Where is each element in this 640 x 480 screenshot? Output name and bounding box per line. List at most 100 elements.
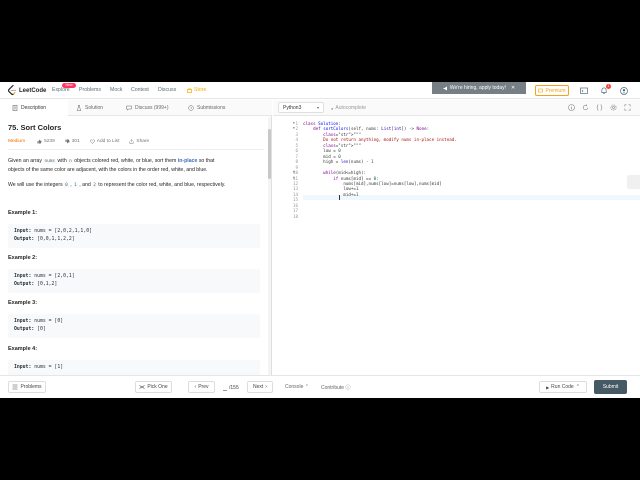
close-icon[interactable]: ✕: [511, 85, 515, 91]
example-3-title: Example 3:: [8, 300, 38, 306]
hiring-banner[interactable]: We're hiring, apply today! ✕: [432, 82, 526, 94]
example-input: nums = [0]: [34, 319, 64, 324]
like-button[interactable]: 5239: [37, 139, 55, 144]
line-number: 18: [292, 213, 298, 219]
chevron-up-icon: ⌃: [575, 384, 580, 390]
code-line: class Solution:: [303, 121, 341, 126]
premium-label: Premium: [545, 87, 566, 94]
page-input[interactable]: [223, 384, 227, 391]
code-line: low+=1: [303, 186, 359, 192]
example-input: nums = [1]: [34, 365, 64, 370]
avatar-icon[interactable]: [620, 87, 628, 95]
submit-button[interactable]: Submit: [594, 380, 627, 394]
pick-one-label: Pick One: [147, 384, 168, 390]
dislike-count: 301: [71, 138, 80, 144]
share-button[interactable]: Share: [129, 139, 149, 144]
pick-one-button[interactable]: Pick One: [135, 381, 172, 393]
problems-button[interactable]: Problems: [8, 381, 46, 393]
example-input: nums = [2,0,2,1,1,0]: [34, 229, 92, 234]
chevron-left-icon: ‹: [194, 384, 197, 390]
side-panel-handle[interactable]: [627, 175, 640, 189]
language-select[interactable]: Python3 ▾: [278, 102, 324, 113]
next-button[interactable]: Next ›: [247, 381, 273, 393]
line-number: 6: [295, 148, 298, 154]
example-1-title: Example 1:: [8, 210, 38, 216]
tab-submissions[interactable]: Submissions: [188, 100, 225, 116]
example-output: [0]: [37, 327, 46, 332]
input-label: Input:: [14, 229, 32, 234]
expand-icon[interactable]: [624, 104, 631, 111]
autocomplete-toggle[interactable]: ● Autocomplete: [331, 105, 366, 111]
code-editor[interactable]: class Solution: def sortColors(self, num…: [303, 117, 640, 375]
lock-icon: ●: [331, 105, 334, 111]
fold-arrow-icon[interactable]: ▾: [293, 126, 295, 130]
nav-store-label: Store: [194, 87, 207, 93]
output-label: Output:: [14, 237, 35, 242]
console-label: Console: [285, 384, 304, 390]
scroll-thumb[interactable]: [268, 129, 271, 179]
difficulty-badge: Medium: [8, 138, 26, 144]
contribute-label: Contribute: [321, 385, 345, 391]
run-code-button[interactable]: ▶ Run Code ⌃: [539, 381, 587, 393]
add-to-list-button[interactable]: Add to List: [89, 138, 120, 144]
next-label: Next: [253, 384, 264, 390]
fold-arrow-icon[interactable]: ▾: [293, 170, 295, 174]
reset-icon[interactable]: [582, 104, 589, 111]
tab-solution[interactable]: Solution: [76, 100, 103, 116]
line-number: 14: [292, 191, 298, 197]
nav-contest[interactable]: Contest: [131, 87, 149, 93]
notification-badge: 1: [606, 84, 611, 89]
console-toggle[interactable]: Console ⌃: [285, 384, 309, 390]
description-scrollbar[interactable]: [268, 117, 271, 375]
desc-text: objects colored red, white, or blue, sor…: [72, 158, 178, 164]
nav-store[interactable]: Store: [187, 87, 206, 93]
thumbs-down-icon: [65, 139, 70, 143]
prev-button[interactable]: ‹ Prev: [188, 381, 215, 393]
code-line: mid = 0: [303, 153, 341, 159]
chevron-down-icon: ▾: [316, 105, 319, 110]
tab-solution-label: Solution: [85, 105, 104, 111]
problems-label: Problems: [20, 384, 42, 390]
chat-icon: [126, 105, 132, 111]
nav-problems[interactable]: Problems: [79, 87, 101, 93]
run-code-label: Run Code: [551, 384, 574, 390]
fold-arrow-icon[interactable]: ▾: [293, 176, 295, 180]
playground-icon[interactable]: [580, 87, 588, 95]
info-icon[interactable]: [568, 104, 575, 111]
divider: [8, 149, 264, 150]
share-label: Share: [136, 138, 150, 144]
inline-code: nums: [43, 159, 57, 164]
contribute-link[interactable]: Contribute ⓘ: [321, 384, 350, 391]
problem-title: 75. Sort Colors: [8, 123, 62, 132]
line-number: 12: [292, 180, 298, 186]
nav-discuss[interactable]: Discuss: [158, 87, 176, 93]
line-number: 17: [292, 208, 298, 214]
problem-content: 75. Sort Colors Medium 5239 301 Add to L…: [0, 117, 268, 375]
nav-mock[interactable]: Mock: [110, 87, 122, 93]
leetcode-logo[interactable]: LeetCode: [8, 85, 46, 96]
line-number: 13: [292, 186, 298, 192]
fold-arrow-icon[interactable]: ▾: [293, 121, 295, 125]
example-4-title: Example 4:: [8, 346, 38, 352]
premium-button[interactable]: Premium: [535, 85, 569, 96]
line-number-gutter: 1 ▾ 2 ▾ 3 4 5 6 7 8 9 10 ▾ 11 ▾ 12 13 14 15 16 17 18: [273, 117, 301, 375]
add-to-list-label: Add to List: [96, 138, 120, 144]
list-icon: [12, 384, 18, 390]
bottom-bar: Problems Pick One ‹ Prev /155 Next › Con…: [0, 375, 640, 398]
gear-icon[interactable]: [610, 104, 617, 111]
problem-tabs: Description Solution Discuss (999+) Subm…: [0, 100, 272, 116]
example-1-box: Input: nums = [2,0,2,1,1,0] Output: [0,0…: [8, 224, 260, 248]
code-line: mid+=1: [303, 191, 359, 197]
braces-icon[interactable]: [596, 104, 603, 111]
code-line: while(mid<=high):: [323, 170, 367, 176]
tab-discuss[interactable]: Discuss (999+): [126, 100, 168, 116]
code-line: class="str">""": [323, 142, 361, 148]
example-output: [0,0,1,1,2,2]: [37, 237, 75, 242]
desc-text: Given an array: [8, 158, 44, 164]
line-number: 2: [295, 126, 298, 132]
shuffle-icon: [139, 385, 145, 389]
tab-description[interactable]: Description: [0, 100, 68, 116]
in-place-link[interactable]: in-place: [178, 158, 198, 164]
example-2-box: Input: nums = [2,0,1] Output: [0,1,2]: [8, 269, 260, 293]
dislike-button[interactable]: 301: [65, 139, 80, 144]
